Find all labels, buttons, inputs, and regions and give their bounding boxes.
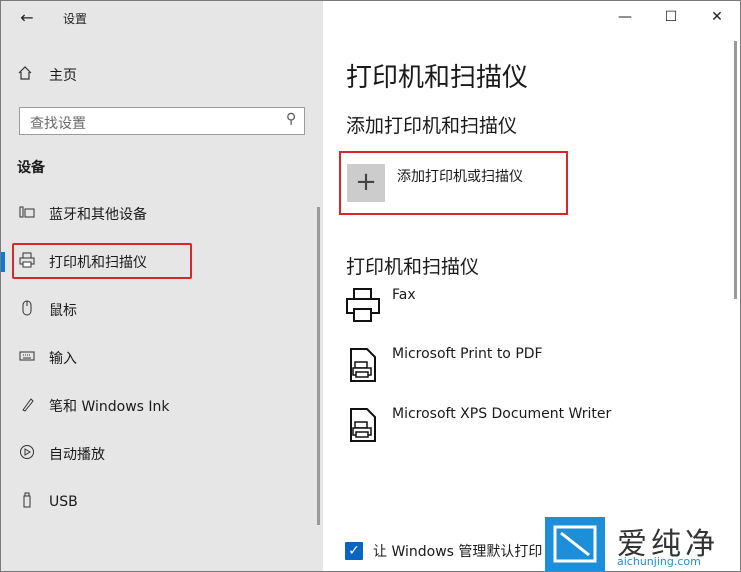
printer-item-pdf[interactable]: Microsoft Print to PDF <box>345 346 543 384</box>
printer-name: Microsoft Print to PDF <box>392 346 543 362</box>
nav-item-usb[interactable]: USB <box>1 482 319 522</box>
printer-item-xps[interactable]: Microsoft XPS Document Writer <box>345 406 611 444</box>
nav-item-pen[interactable]: 笔和 Windows Ink <box>1 386 319 426</box>
nav-item-label: 自动播放 <box>49 447 105 463</box>
nav-item-label: 笔和 Windows Ink <box>49 399 170 415</box>
default-printer-option[interactable]: ✓ 让 Windows 管理默认打印 <box>345 541 542 561</box>
sidebar-scrollbar[interactable] <box>317 207 320 525</box>
watermark-logo-icon <box>545 517 605 571</box>
mouse-icon <box>17 300 37 320</box>
document-printer-icon <box>345 346 381 384</box>
printers-list-heading: 打印机和扫描仪 <box>346 256 480 278</box>
printer-icon <box>345 287 381 325</box>
content-scrollbar[interactable] <box>734 41 737 299</box>
keyboard-icon <box>17 348 37 368</box>
search-placeholder: 查找设置 <box>30 116 86 132</box>
checkbox[interactable]: ✓ <box>345 542 363 560</box>
app-title: 设置 <box>63 12 88 26</box>
document-printer-icon <box>345 406 381 444</box>
usb-icon <box>17 492 37 512</box>
page-title: 打印机和扫描仪 <box>346 63 529 93</box>
printer-name: Fax <box>392 287 416 303</box>
printer-item-fax[interactable]: Fax <box>345 287 416 325</box>
nav-item-mouse[interactable]: 鼠标 <box>1 290 319 330</box>
settings-window: ← 设置 主页 查找设置 ⚲ 设备 蓝牙和其他设备 打印机和扫描仪 鼠标 输入 … <box>0 0 741 572</box>
back-button[interactable]: ← <box>15 7 39 29</box>
nav-item-label: 蓝牙和其他设备 <box>49 207 147 223</box>
section-heading: 设备 <box>17 160 45 176</box>
minimize-button[interactable]: — <box>605 5 645 29</box>
nav-item-bluetooth[interactable]: 蓝牙和其他设备 <box>1 194 319 234</box>
maximize-button[interactable]: ☐ <box>651 5 691 29</box>
home-link[interactable]: 主页 <box>17 63 77 87</box>
home-icon <box>17 65 35 85</box>
navigation-pane: ← 设置 主页 查找设置 ⚲ 设备 蓝牙和其他设备 打印机和扫描仪 鼠标 输入 … <box>1 1 323 571</box>
watermark-url: aichunjing.com <box>617 555 701 568</box>
search-input[interactable]: 查找设置 ⚲ <box>19 107 305 135</box>
home-label: 主页 <box>49 68 77 84</box>
highlight-frame <box>12 243 192 279</box>
add-section-heading: 添加打印机和扫描仪 <box>346 115 518 137</box>
close-button[interactable]: ✕ <box>697 5 737 29</box>
highlight-frame <box>339 151 568 215</box>
watermark: 爱纯净 aichunjing.com <box>545 517 740 571</box>
nav-item-label: 鼠标 <box>49 303 77 319</box>
autoplay-icon <box>17 444 37 464</box>
checkbox-label: 让 Windows 管理默认打印 <box>373 544 543 560</box>
search-icon: ⚲ <box>285 111 296 127</box>
nav-item-autoplay[interactable]: 自动播放 <box>1 434 319 474</box>
title-bar: ← 设置 <box>1 1 323 35</box>
pen-icon <box>17 396 37 416</box>
nav-item-label: 输入 <box>49 351 77 367</box>
printer-name: Microsoft XPS Document Writer <box>392 406 612 422</box>
nav-item-typing[interactable]: 输入 <box>1 338 319 378</box>
nav-item-label: USB <box>49 494 78 510</box>
bluetooth-devices-icon <box>17 204 37 224</box>
